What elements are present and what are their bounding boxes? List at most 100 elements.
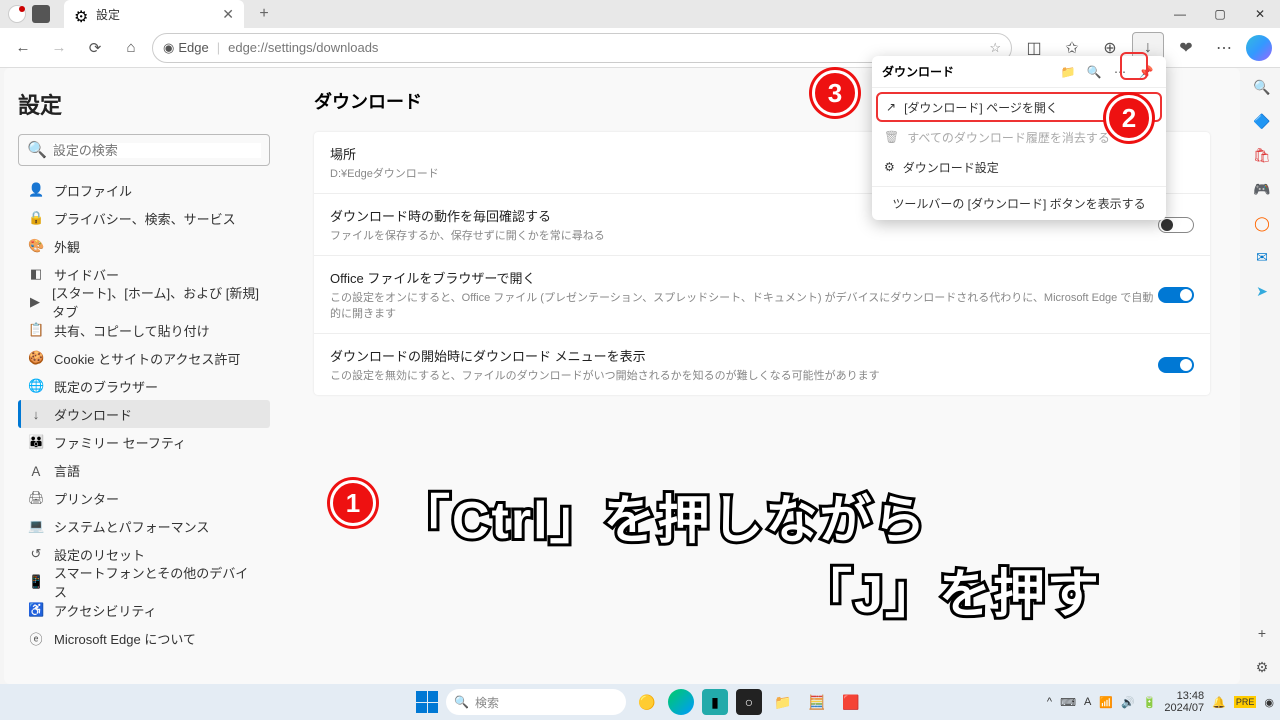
settings-search[interactable]: 🔍	[18, 134, 270, 166]
keyboard-icon[interactable]: ⌨	[1060, 696, 1076, 709]
toggle-switch[interactable]	[1158, 287, 1194, 303]
app-icon[interactable]: ▮	[702, 689, 728, 715]
edge-icon: ◉	[163, 40, 174, 56]
games-icon[interactable]: 🎮	[1251, 178, 1273, 200]
window-titlebar: ⚙ 設定 ✕ + — ▢ ✕	[0, 0, 1280, 28]
nav-icon: 📋	[28, 322, 44, 338]
gear-icon: ⚙	[884, 160, 895, 174]
more-icon[interactable]: ⋯	[1208, 32, 1240, 64]
tools-icon[interactable]: 🔷	[1251, 110, 1273, 132]
setting-description: この設定を無効にすると、ファイルのダウンロードがいつ開始されるかを知るのが難しく…	[330, 367, 1158, 383]
show-toolbar-button[interactable]: ツールバーの [ダウンロード] ボタンを表示する	[872, 186, 1166, 220]
nav-icon: ♿	[28, 602, 44, 618]
gear-icon[interactable]: ⚙	[1251, 656, 1273, 678]
setting-description: ファイルを保存するか、保存せずに開くかを常に尋ねる	[330, 227, 1158, 243]
wifi-icon[interactable]: 📶	[1099, 696, 1113, 709]
annotation-text-1: 「Ctrl」を押しながら	[398, 478, 928, 553]
download-settings[interactable]: ⚙ ダウンロード設定	[876, 152, 1162, 182]
settings-sidebar: 設定 🔍 👤プロファイル🔒プライバシー、検索、サービス🎨外観◧サイドバー▶[スタ…	[4, 68, 284, 684]
nav-icon: 🎨	[28, 238, 44, 254]
nav-icon: ↺	[28, 546, 44, 562]
nav-icon: 🍪	[28, 350, 44, 366]
sidebar-item[interactable]: ⓔMicrosoft Edge について	[18, 624, 270, 652]
calculator-icon[interactable]: 🧮	[804, 689, 830, 715]
toggle-switch[interactable]	[1158, 357, 1194, 373]
popup-title: ダウンロード	[882, 63, 1052, 80]
volume-icon[interactable]: 🔊	[1121, 696, 1135, 709]
windows-taskbar: 🔍検索 🟡 ▮ ○ 📁 🧮 🟥 ^ ⌨ A 📶 🔊 🔋 13:48 2024/0…	[0, 684, 1280, 720]
sidebar-item[interactable]: 👪ファミリー セーフティ	[18, 428, 270, 456]
setting-description: この設定をオンにすると、Office ファイル (プレゼンテーション、スプレッド…	[330, 289, 1158, 321]
clock[interactable]: 13:48 2024/07	[1164, 690, 1204, 714]
nav-icon: 🖨	[28, 490, 44, 506]
sidebar-item[interactable]: 🔒プライバシー、検索、サービス	[18, 204, 270, 232]
tab-title: 設定	[96, 6, 214, 23]
edge-icon[interactable]	[668, 689, 694, 715]
office-icon[interactable]: ◯	[1251, 212, 1273, 234]
annotation-highlight-2	[1120, 52, 1148, 80]
search-icon[interactable]: 🔍	[1251, 76, 1273, 98]
shopping-icon[interactable]: 🛍	[1251, 144, 1273, 166]
sidebar-item[interactable]: 📱スマートフォンとその他のデバイス	[18, 568, 270, 596]
pre-icon[interactable]: PRE	[1234, 696, 1257, 708]
sidebar-item[interactable]: 🎨外観	[18, 232, 270, 260]
send-icon[interactable]: ➤	[1251, 280, 1273, 302]
sidebar-item[interactable]: 💻システムとパフォーマンス	[18, 512, 270, 540]
settings-heading: 設定	[18, 88, 270, 120]
nav-icon: 👪	[28, 434, 44, 450]
home-button[interactable]: ⌂	[116, 33, 146, 63]
setting-title: ダウンロードの開始時にダウンロード メニューを表示	[330, 346, 1158, 365]
new-tab-button[interactable]: +	[250, 5, 278, 23]
close-button[interactable]: ✕	[1240, 0, 1280, 28]
sidebar-item[interactable]: ↓ダウンロード	[18, 400, 270, 428]
sidebar-item[interactable]: 🍪Cookie とサイトのアクセス許可	[18, 344, 270, 372]
annotation-badge-1: 1	[330, 480, 376, 526]
sidebar-item[interactable]: 👤プロファイル	[18, 176, 270, 204]
nav-icon: 👤	[28, 182, 44, 198]
refresh-button[interactable]: ⟳	[80, 33, 110, 63]
edge-sidebar: 🔍 🔷 🛍 🎮 ◯ ✉ ➤ + ⚙	[1244, 68, 1280, 684]
nav-icon: Ａ	[28, 461, 44, 480]
copilot-icon[interactable]	[1246, 35, 1272, 61]
ime-icon[interactable]: A	[1084, 696, 1091, 708]
browser-tab[interactable]: ⚙ 設定 ✕	[64, 0, 244, 28]
sidebar-item[interactable]: ▶[スタート]、[ホーム]、および [新規] タブ	[18, 288, 270, 316]
sidebar-item[interactable]: 🖨プリンター	[18, 484, 270, 512]
start-button[interactable]	[416, 691, 438, 713]
chrome-icon[interactable]: 🟡	[634, 689, 660, 715]
settings-nav: 👤プロファイル🔒プライバシー、検索、サービス🎨外観◧サイドバー▶[スタート]、[…	[18, 176, 270, 652]
extensions-icon[interactable]: ❤	[1170, 32, 1202, 64]
search-icon[interactable]: 🔍	[1084, 65, 1104, 79]
battery-icon[interactable]: 🔋	[1143, 696, 1157, 709]
nav-icon: ▶	[28, 294, 42, 310]
forward-button: →	[44, 33, 74, 63]
workspace-icon[interactable]	[32, 5, 50, 23]
app-icon[interactable]: 🟥	[838, 689, 864, 715]
nav-icon: ⓔ	[28, 629, 44, 648]
search-icon: 🔍	[27, 140, 47, 160]
sidebar-item[interactable]: Ａ言語	[18, 456, 270, 484]
url-text: edge://settings/downloads	[228, 40, 378, 55]
taskbar-search[interactable]: 🔍検索	[446, 689, 626, 715]
annotation-badge-2: 2	[1106, 95, 1152, 141]
search-icon: 🔍	[454, 695, 469, 709]
profile-icon[interactable]	[8, 5, 26, 23]
copilot-tray-icon[interactable]: ◉	[1264, 696, 1274, 709]
notification-icon[interactable]: 🔔	[1212, 696, 1226, 709]
maximize-button[interactable]: ▢	[1200, 0, 1240, 28]
explorer-icon[interactable]: 📁	[770, 689, 796, 715]
minimize-button[interactable]: —	[1160, 0, 1200, 28]
chevron-up-icon[interactable]: ^	[1047, 696, 1052, 708]
sidebar-item[interactable]: 🌐既定のブラウザー	[18, 372, 270, 400]
close-icon[interactable]: ✕	[222, 6, 234, 23]
annotation-badge-3: 3	[812, 70, 858, 116]
outlook-icon[interactable]: ✉	[1251, 246, 1273, 268]
app-icon[interactable]: ○	[736, 689, 762, 715]
folder-icon[interactable]: 📁	[1058, 65, 1078, 79]
search-input[interactable]	[53, 143, 261, 158]
favorite-icon[interactable]: ☆	[989, 40, 1001, 56]
add-icon[interactable]: +	[1251, 622, 1273, 644]
setting-title: Office ファイルをブラウザーで開く	[330, 268, 1158, 287]
back-button[interactable]: ←	[8, 33, 38, 63]
open-icon: ↗	[886, 100, 896, 114]
